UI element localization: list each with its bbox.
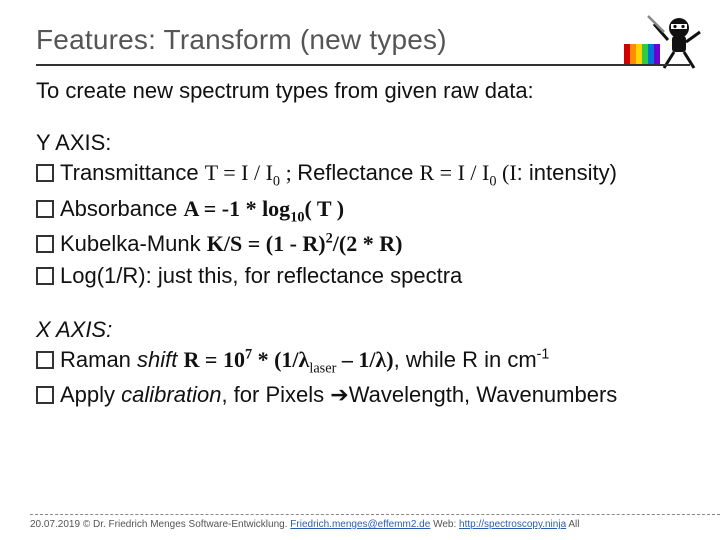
bullet-log-1r: Log(1/R): just this, for reflectance spe… (36, 261, 690, 291)
footer-web-link[interactable]: http://spectroscopy.ninja (459, 519, 566, 530)
text: (I (497, 160, 517, 185)
x-axis-section: X AXIS: Raman shift R = 107 * (1/λlaser … (36, 317, 690, 410)
footer-tail: All (566, 519, 579, 530)
formula: R = I / I (419, 160, 489, 185)
sup: 2 (326, 231, 333, 247)
formula: – 1/λ) (336, 347, 393, 372)
text: Log(1/R) (60, 263, 146, 288)
footer-web-label: Web: (430, 519, 459, 530)
bullet-apply-calibration: Apply calibration, for Pixels ➔Wavelengt… (36, 380, 690, 410)
formula: /(2 * R) (333, 231, 403, 256)
formula: K/S = (1 - R) (207, 231, 326, 256)
text: Raman (60, 347, 137, 372)
text: , while R in cm (394, 347, 537, 372)
footer: 20.07.2019 © Dr. Friedrich Menges Softwa… (30, 514, 720, 530)
bullet-kubelka-munk: Kubelka-Munk K/S = (1 - R)2/(2 * R) (36, 229, 690, 259)
y-axis-section: Y AXIS: Transmittance T = I / I0 ; Refle… (36, 130, 690, 291)
intro-text: To create new spectrum types from given … (36, 78, 690, 104)
sub: 10 (290, 209, 304, 225)
footer-copyright: 20.07.2019 © Dr. Friedrich Menges Softwa… (30, 519, 290, 530)
text: Apply (60, 382, 121, 407)
title-underline (36, 64, 690, 66)
y-axis-label: Y AXIS: (36, 130, 690, 156)
text: Absorbance (60, 196, 184, 221)
footer-email-link[interactable]: Friedrich.menges@effemm2.de (290, 519, 430, 530)
text: Transmittance (60, 160, 205, 185)
formula: * (1/λ (252, 347, 309, 372)
sub: laser (309, 360, 336, 376)
bullet-raman: Raman shift R = 107 * (1/λlaser – 1/λ), … (36, 345, 690, 379)
formula: R = 10 (184, 347, 245, 372)
arrow-icon: ➔ (330, 382, 348, 407)
sub: 0 (273, 173, 280, 189)
formula: A = -1 * log (184, 196, 291, 221)
text: Wavelength, Wavenumbers (349, 382, 618, 407)
sub: 0 (489, 173, 496, 189)
text: : just this, for reflectance spectra (146, 263, 463, 288)
formula: T = I / I (205, 160, 273, 185)
bullet-transmittance: Transmittance T = I / I0 ; Reflectance R… (36, 158, 690, 192)
text: shift (137, 347, 183, 372)
x-axis-label: X AXIS: (36, 317, 690, 343)
bullet-absorbance: Absorbance A = -1 * log10( T ) (36, 194, 690, 228)
sup: -1 (537, 346, 550, 362)
text: calibration (121, 382, 221, 407)
text: , for Pixels (221, 382, 330, 407)
formula: ( T ) (304, 196, 344, 221)
text: Reflectance (297, 160, 419, 185)
text: ; (280, 160, 297, 185)
text: Kubelka-Munk (60, 231, 207, 256)
page-title: Features: Transform (new types) (36, 24, 690, 64)
text: : intensity) (517, 160, 617, 185)
